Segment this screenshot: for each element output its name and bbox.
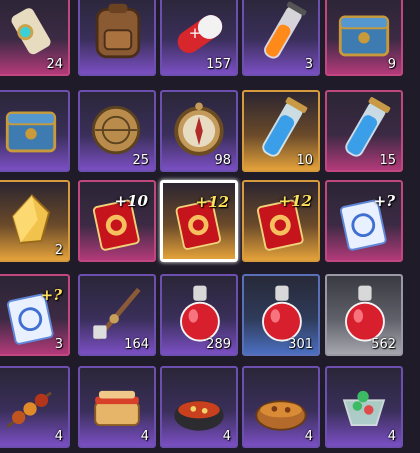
- inventory-slot[interactable]: 4: [325, 366, 403, 448]
- item-count: 3: [54, 337, 63, 352]
- enhance-level-label: +12: [278, 192, 312, 210]
- item-count: 2: [54, 243, 63, 258]
- item-count: 289: [206, 337, 231, 352]
- inventory-slot[interactable]: 4: [242, 366, 320, 448]
- item-count: 4: [140, 429, 149, 444]
- enhance-level-label: +?: [373, 192, 395, 210]
- inventory-slot[interactable]: +10: [78, 180, 156, 262]
- item-count: 10: [296, 153, 313, 168]
- inventory-slot[interactable]: 164: [78, 274, 156, 356]
- item-count: 15: [379, 153, 396, 168]
- inventory-slot[interactable]: 289: [160, 274, 238, 356]
- item-count: 3: [304, 57, 313, 72]
- inventory-slot[interactable]: 4: [160, 366, 238, 448]
- inventory-slot[interactable]: 25: [78, 90, 156, 172]
- item-count: 164: [124, 337, 149, 352]
- item-count: 157: [206, 57, 231, 72]
- inventory-slot[interactable]: 2: [0, 180, 70, 262]
- svg-text:+: +: [189, 24, 202, 42]
- item-count: 24: [46, 57, 63, 72]
- inventory-slot[interactable]: [78, 0, 156, 76]
- enhance-level-label: +?: [40, 286, 62, 304]
- inventory-slot[interactable]: 24: [0, 0, 70, 76]
- inventory-slot[interactable]: 15: [325, 90, 403, 172]
- item-count: 4: [304, 429, 313, 444]
- inventory-slot[interactable]: +12: [242, 180, 320, 262]
- inventory-slot[interactable]: 98: [160, 90, 238, 172]
- inventory-slot[interactable]: +? 3: [0, 274, 70, 356]
- item-count: 4: [222, 429, 231, 444]
- item-count: 25: [132, 153, 149, 168]
- inventory-slot[interactable]: 10: [242, 90, 320, 172]
- inventory-slot[interactable]: +?: [325, 180, 403, 262]
- inventory-slot[interactable]: 9: [325, 0, 403, 76]
- item-count: 562: [371, 337, 396, 352]
- item-count: 4: [54, 429, 63, 444]
- inventory-slot[interactable]: 4: [0, 366, 70, 448]
- enhance-level-label: +12: [195, 193, 229, 211]
- inventory-slot[interactable]: +157: [160, 0, 238, 76]
- inventory-slot[interactable]: 3: [242, 0, 320, 76]
- inventory-slot[interactable]: 562: [325, 274, 403, 356]
- inventory-slot[interactable]: 301: [242, 274, 320, 356]
- enhance-level-label: +10: [114, 192, 148, 210]
- inventory-slot[interactable]: +12: [160, 180, 238, 262]
- item-count: 4: [387, 429, 396, 444]
- item-count: 98: [214, 153, 231, 168]
- item-count: 301: [288, 337, 313, 352]
- inventory-slot[interactable]: 4: [78, 366, 156, 448]
- inventory-slot[interactable]: [0, 90, 70, 172]
- inventory-grid: 24 +157 3 9 25 98 10 15 2 +10 +12 +12 +? +? 3 164 289 301…: [0, 0, 420, 453]
- item-count: 9: [387, 57, 396, 72]
